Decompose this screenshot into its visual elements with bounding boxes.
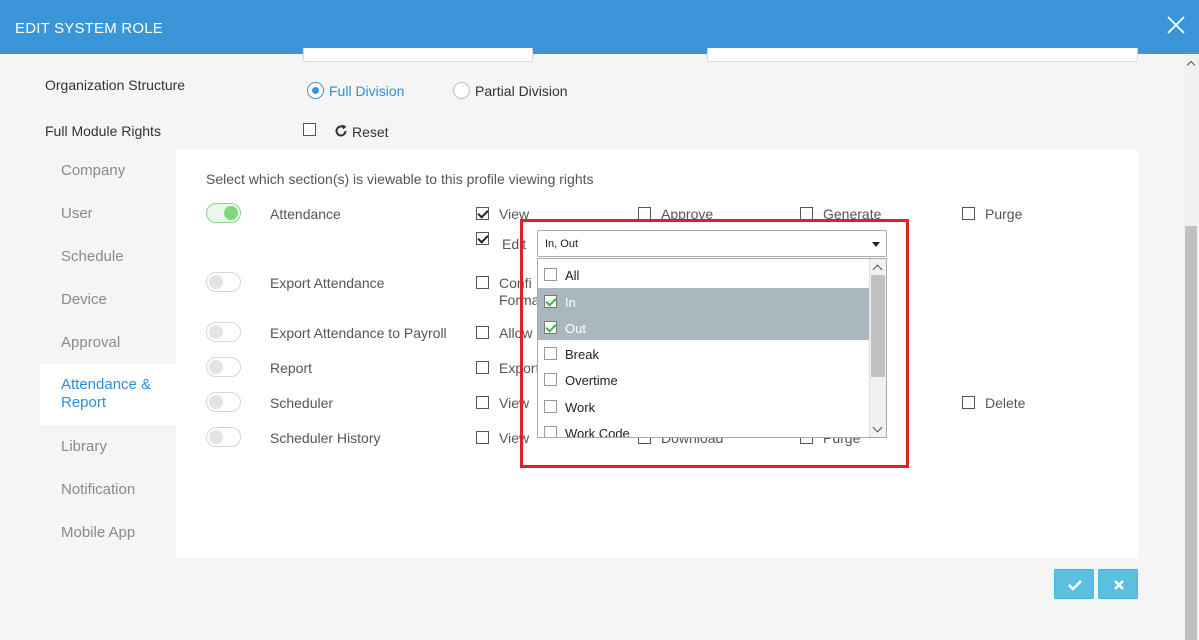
partial-division-label[interactable]: Partial Division: [475, 83, 568, 99]
name-input[interactable]: [303, 48, 533, 62]
attendance-view-checkbox[interactable]: [476, 207, 489, 220]
org-structure-label: Organization Structure: [45, 77, 186, 93]
scheduler-toggle[interactable]: [206, 392, 241, 412]
attendance-purge-checkbox[interactable]: [962, 207, 975, 220]
sidebar-item-user[interactable]: User: [40, 205, 176, 235]
attendance-purge-label: Purge: [985, 206, 1023, 222]
sidebar-item-notification[interactable]: Notification: [40, 481, 176, 511]
full-module-rights-checkbox[interactable]: [303, 123, 316, 136]
reset-button[interactable]: Reset: [352, 124, 389, 140]
sidebar-item-mobile-app[interactable]: Mobile App: [40, 524, 176, 554]
scheduler-delete-label: Delete: [985, 395, 1026, 411]
page-scroll-up-icon[interactable]: [1186, 60, 1196, 70]
export-payroll-allow-checkbox[interactable]: [476, 326, 489, 339]
row-label-export-attendance: Export Attendance: [270, 275, 385, 291]
scheduler-view-checkbox[interactable]: [476, 396, 489, 409]
full-division-label[interactable]: Full Division: [329, 83, 404, 99]
sidebar-item-schedule[interactable]: Schedule: [40, 248, 176, 278]
sidebar-item-attendance-report[interactable]: Attendance & Report: [40, 364, 176, 425]
panel-instruction: Select which section(s) is viewable to t…: [206, 171, 594, 187]
sidebar-item-company[interactable]: Company: [40, 162, 176, 192]
x-icon: [1114, 580, 1124, 590]
export-attendance-config-checkbox[interactable]: [476, 276, 489, 289]
report-toggle[interactable]: [206, 357, 241, 377]
refresh-icon[interactable]: [334, 124, 348, 138]
row-label-export-payroll: Export Attendance to Payroll: [270, 325, 447, 341]
close-icon[interactable]: [1165, 14, 1187, 36]
scheduler-delete-checkbox[interactable]: [962, 396, 975, 409]
row-label-attendance: Attendance: [270, 206, 341, 222]
full-module-rights-label: Full Module Rights: [45, 123, 161, 139]
export-attendance-toggle[interactable]: [206, 272, 241, 292]
scheduler-history-toggle[interactable]: [206, 427, 241, 447]
description-input[interactable]: [707, 48, 1138, 62]
row-label-scheduler-history: Scheduler History: [270, 430, 381, 446]
row-label-report: Report: [270, 360, 313, 376]
page-scrollbar[interactable]: [1183, 54, 1199, 640]
page-scroll-thumb[interactable]: [1185, 226, 1197, 640]
report-export-checkbox[interactable]: [476, 361, 489, 374]
confirm-button[interactable]: [1054, 569, 1094, 599]
sidebar-item-approval[interactable]: Approval: [40, 334, 176, 364]
sidebar-item-device[interactable]: Device: [40, 291, 176, 321]
highlight-box: [520, 219, 909, 468]
cancel-button[interactable]: [1098, 569, 1138, 599]
partial-division-radio[interactable]: [453, 82, 470, 99]
attendance-edit-checkbox[interactable]: [476, 232, 489, 245]
dialog-header: EDIT SYSTEM ROLE: [0, 0, 1199, 54]
full-division-radio[interactable]: [307, 82, 324, 99]
export-payroll-toggle[interactable]: [206, 322, 241, 342]
check-icon: [1068, 580, 1082, 591]
row-label-scheduler: Scheduler: [270, 395, 334, 411]
attendance-toggle[interactable]: [206, 203, 241, 223]
dialog-title: EDIT SYSTEM ROLE: [15, 20, 163, 37]
scheduler-history-view-checkbox[interactable]: [476, 431, 489, 444]
sidebar-item-library[interactable]: Library: [40, 438, 176, 468]
